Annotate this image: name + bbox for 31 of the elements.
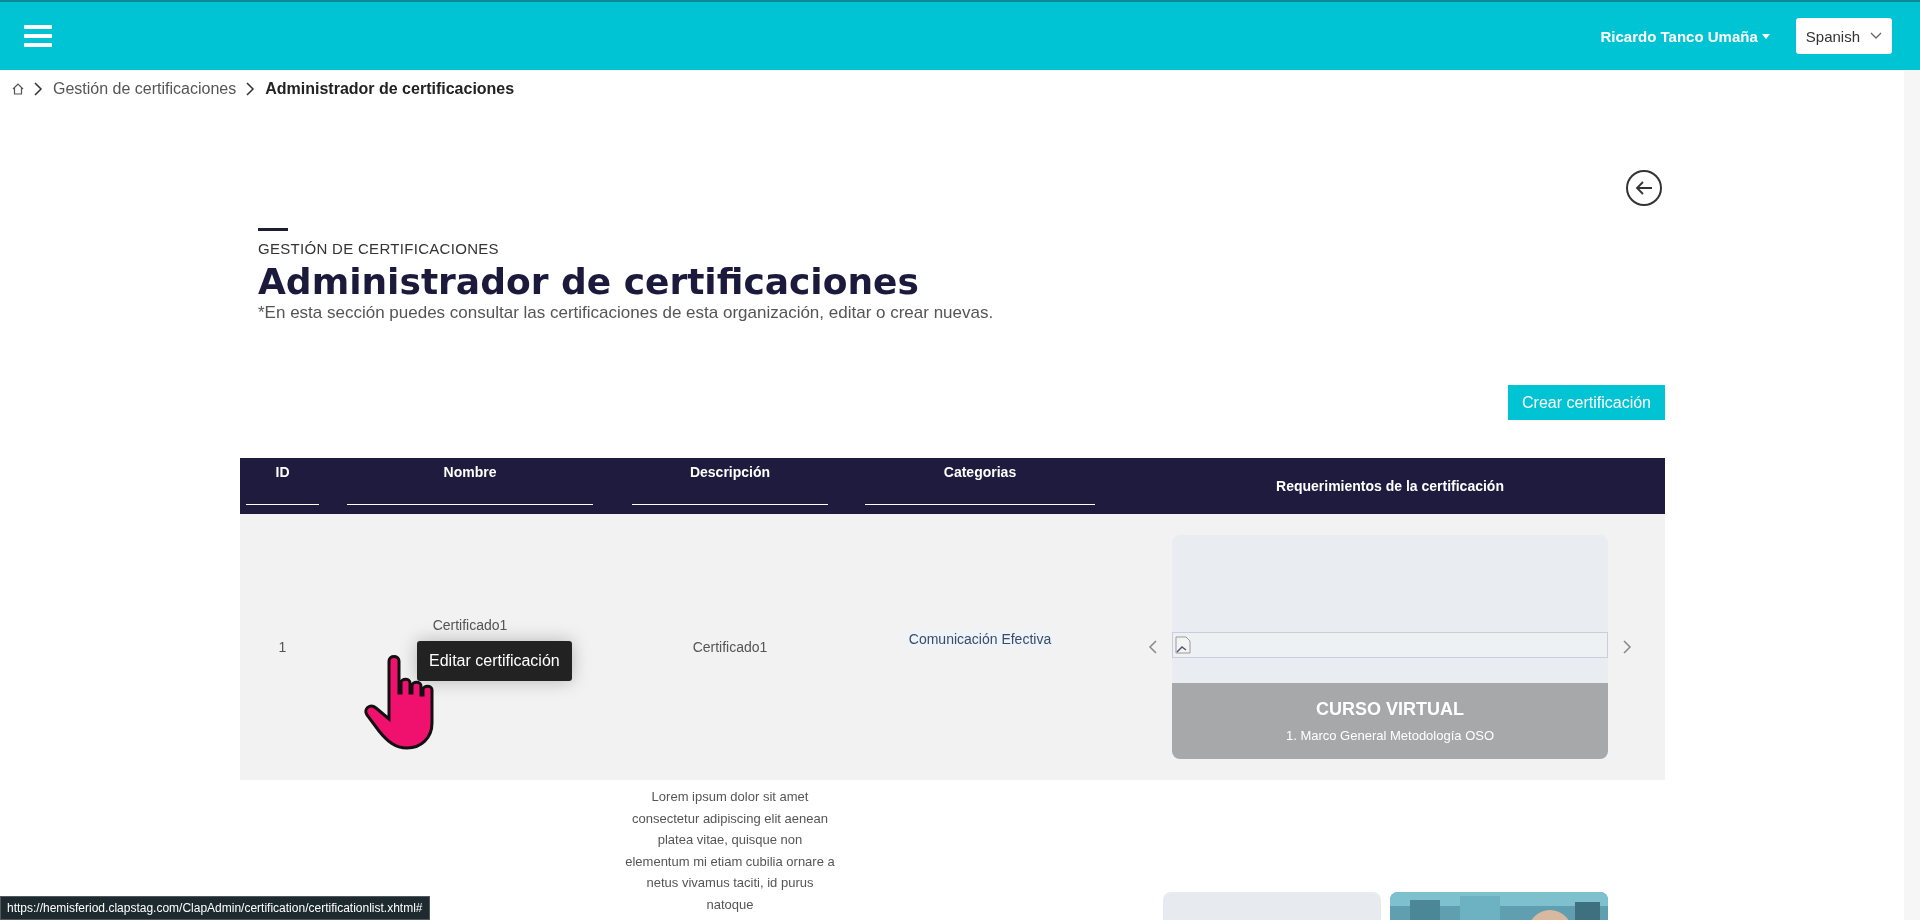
next-icon[interactable] bbox=[1622, 639, 1632, 655]
home-icon[interactable] bbox=[12, 83, 24, 95]
back-button[interactable] bbox=[1626, 170, 1662, 206]
chevron-down-icon bbox=[1870, 32, 1882, 40]
status-url: https://hemisferiod.clapstag.com/ClapAdmin/certification/certificationlist.xhtml# bbox=[0, 896, 430, 920]
tooltip: Editar certificación bbox=[417, 641, 572, 681]
column-title: Requerimientos de la certificación bbox=[1276, 478, 1504, 494]
category-tag: Comunicación Efectiva bbox=[904, 631, 1056, 647]
chevron-icon bbox=[34, 82, 43, 96]
description-cell: Certificado1 bbox=[692, 639, 768, 655]
section-label: GESTIÓN DE CERTIFICACIONES bbox=[258, 240, 500, 257]
page-title: Administrador de certificaciones bbox=[258, 261, 920, 303]
scrollbar[interactable] bbox=[1904, 70, 1920, 920]
arrow-left-icon bbox=[1634, 180, 1654, 196]
requirement-type: CURSO VIRTUAL bbox=[1316, 699, 1464, 720]
column-title: Categorias bbox=[943, 464, 1017, 480]
breadcrumb-link[interactable]: Gestión de certificaciones bbox=[53, 80, 237, 98]
column-title: Descripción bbox=[689, 464, 771, 480]
requirement-name: 1. Marco General Metodología OSO bbox=[1285, 728, 1495, 743]
page-description: *En esta sección puedes consultar las certificaciones de esta organización, editar o crear nuevas. bbox=[258, 303, 995, 323]
previous-icon[interactable] bbox=[1148, 639, 1158, 655]
id-cell: 1 bbox=[278, 639, 287, 655]
language-select[interactable]: Spanish bbox=[1795, 18, 1892, 54]
broken-image-icon bbox=[1175, 636, 1191, 654]
caret-icon bbox=[1761, 33, 1770, 39]
breadcrumb-link[interactable]: Administrador de certificaciones bbox=[265, 80, 515, 98]
column-title: Nombre bbox=[443, 464, 497, 480]
name-cell[interactable]: Certificado1 bbox=[432, 617, 508, 633]
description-cell-text: Lorem ipsum dolor sit amet consectetur adipiscing elit aenean platea vitae, quisque non elementum mi etiam cubilia ornare a netus vivamus taciti, id purus natoque bbox=[625, 788, 835, 914]
chevron-icon bbox=[246, 82, 256, 96]
column-title: ID bbox=[275, 464, 290, 480]
